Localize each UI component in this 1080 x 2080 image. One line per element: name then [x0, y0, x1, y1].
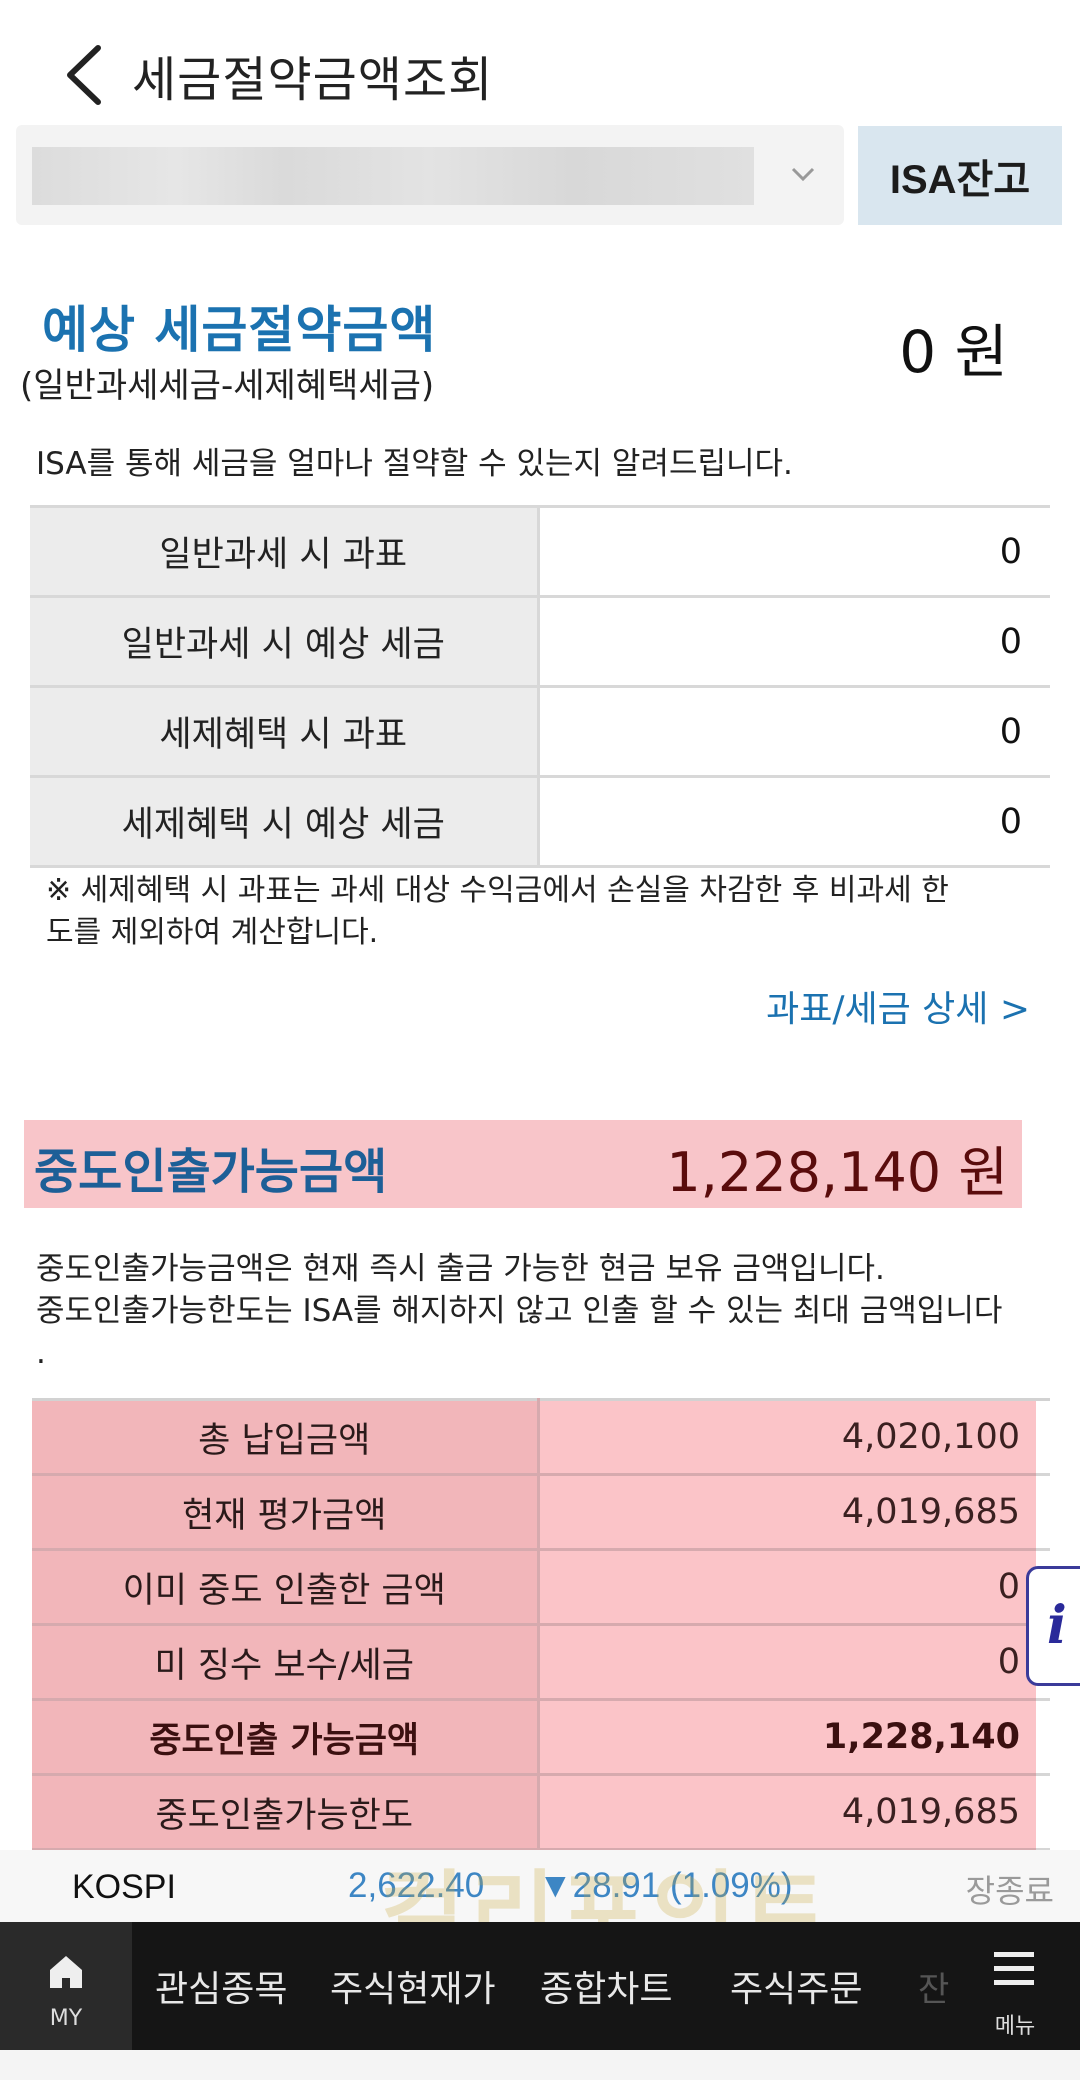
row-value: 4,019,685 [538, 1774, 1036, 1851]
saving-subtitle: (일반과세세금-세제혜택세금) [20, 366, 435, 406]
info-icon: i [1047, 1595, 1067, 1656]
table-row: 총 납입금액 4,020,100 [32, 1399, 1050, 1476]
row-label: 이미 중도 인출한 금액 [32, 1549, 540, 1626]
row-label: 중도인출 가능금액 [32, 1699, 540, 1776]
index-name: KOSPI [72, 1868, 176, 1906]
row-value: 0 [538, 1549, 1036, 1626]
row-value: 0 [538, 506, 1050, 598]
hamburger-icon [994, 1952, 1034, 1957]
tax-note-line: ※ 세제혜택 시 과표는 과세 대상 수익금에서 손실을 차감한 후 비과세 한 [46, 873, 949, 908]
row-value: 0 [538, 686, 1050, 778]
row-label: 미 징수 보수/세금 [32, 1624, 540, 1701]
nav-order[interactable]: 주식주문 [730, 1960, 862, 2012]
saving-amount: 0 원 [899, 318, 1008, 386]
withdraw-summary: 중도인출가능금액 1,228,140 원 [24, 1120, 1022, 1208]
row-value: 0 [538, 596, 1050, 688]
nav-chart[interactable]: 종합차트 [540, 1960, 672, 2012]
index-change: ▼28.91 (1.09%) [538, 1866, 793, 1905]
table-row: 미 징수 보수/세금 0 [32, 1624, 1050, 1701]
tax-detail-link[interactable]: 과표/세금 상세 > [766, 980, 1030, 1032]
row-value: 4,019,685 [538, 1474, 1036, 1551]
row-value: 0 [538, 776, 1050, 868]
row-label: 일반과세 시 과표 [30, 506, 540, 598]
nav-my-label: MY [49, 2006, 83, 2031]
saving-title: 예상 세금절약금액 [42, 301, 437, 359]
row-label: 중도인출가능한도 [32, 1774, 540, 1851]
table-row: 현재 평가금액 4,019,685 [32, 1474, 1050, 1551]
nav-more-faded[interactable]: 잔 [918, 1962, 949, 2011]
page-title: 세금절약금액조회 [132, 52, 494, 108]
nav-watchlist[interactable]: 관심종목 [155, 1960, 287, 2012]
account-selector[interactable] [16, 125, 844, 225]
withdraw-desc-line: 중도인출가능한도는 ISA를 해지하지 않고 인출 할 수 있는 최대 금액입니… [36, 1293, 1003, 1329]
menu-button[interactable]: 메뉴 [980, 1922, 1080, 2050]
table-row: 일반과세 시 예상 세금 0 [30, 596, 1050, 688]
row-label: 일반과세 시 예상 세금 [30, 596, 540, 688]
withdraw-desc-line: . [36, 1335, 46, 1371]
table-row: 중도인출 가능금액 1,228,140 [32, 1699, 1050, 1776]
back-button[interactable] [60, 42, 110, 108]
account-number-masked [32, 147, 754, 205]
row-label: 총 납입금액 [32, 1399, 540, 1476]
withdraw-table: 총 납입금액 4,020,100 현재 평가금액 4,019,685 이미 중도… [32, 1398, 1050, 1851]
index-value: 2,622.40 [348, 1866, 485, 1905]
nav-my[interactable]: MY [0, 1922, 132, 2050]
withdraw-amount: 1,228,140 원 [666, 1141, 1008, 1204]
table-row: 세제혜택 시 과표 0 [30, 686, 1050, 778]
index-ticker[interactable]: KOSPI 2,622.40 ▼28.91 (1.09%) 장종료 [0, 1850, 1080, 1922]
tax-note: ※ 세제혜택 시 과표는 과세 대상 수익금에서 손실을 차감한 후 비과세 한… [46, 870, 1026, 954]
withdraw-desc-line: 중도인출가능금액은 현재 즉시 출금 가능한 현금 보유 금액입니다. [36, 1251, 885, 1287]
row-value: 1,228,140 [538, 1699, 1036, 1776]
market-status: 장종료 [965, 1872, 1054, 1910]
table-row: 세제혜택 시 예상 세금 0 [30, 776, 1050, 868]
tax-note-line: 도를 제외하여 계산합니다. [46, 915, 379, 950]
saving-description: ISA를 통해 세금을 얼마나 절약할 수 있는지 알려드립니다. [36, 446, 793, 482]
withdraw-title: 중도인출가능금액 [34, 1144, 388, 1200]
header: 세금절약금액조회 [0, 0, 1080, 140]
row-value: 4,020,100 [538, 1399, 1036, 1476]
info-tab[interactable]: i [1026, 1566, 1080, 1686]
bottom-nav: MY 관심종목 주식현재가 종합차트 주식주문 잔 메뉴 [0, 1922, 1080, 2050]
row-label: 세제혜택 시 과표 [30, 686, 540, 778]
menu-label: 메뉴 [994, 2014, 1036, 2039]
isa-balance-button[interactable]: ISA잔고 [858, 126, 1062, 225]
withdraw-description: 중도인출가능금액은 현재 즉시 출금 가능한 현금 보유 금액입니다. 중도인출… [36, 1248, 1046, 1374]
row-label: 세제혜택 시 예상 세금 [30, 776, 540, 868]
table-row: 중도인출가능한도 4,019,685 [32, 1774, 1050, 1851]
home-icon [50, 1956, 82, 1988]
row-label: 현재 평가금액 [32, 1474, 540, 1551]
tax-table: 일반과세 시 과표 0 일반과세 시 예상 세금 0 세제혜택 시 과표 0 세… [30, 505, 1050, 868]
table-row: 이미 중도 인출한 금액 0 [32, 1549, 1050, 1626]
row-value: 0 [538, 1624, 1036, 1701]
nav-stock-price[interactable]: 주식현재가 [330, 1960, 496, 2012]
chevron-down-icon [791, 167, 815, 182]
table-row: 일반과세 시 과표 0 [30, 506, 1050, 598]
chevron-left-icon [67, 45, 101, 105]
